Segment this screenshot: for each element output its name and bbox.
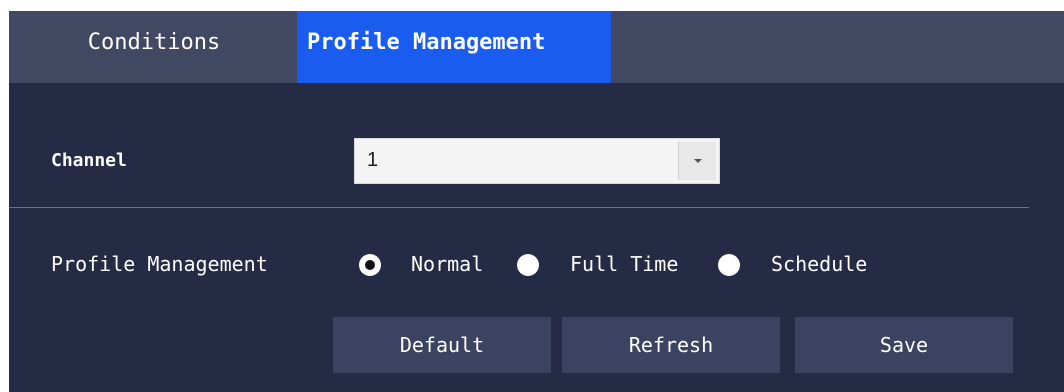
save-button[interactable]: Save bbox=[795, 317, 1013, 373]
radio-full-time-label: Full Time bbox=[570, 252, 679, 276]
chevron-down-icon[interactable] bbox=[678, 142, 716, 180]
radio-normal[interactable] bbox=[359, 254, 381, 276]
channel-select-value: 1 bbox=[367, 149, 379, 171]
radio-normal-label: Normal bbox=[411, 252, 484, 276]
refresh-button[interactable]: Refresh bbox=[562, 317, 780, 373]
default-button[interactable]: Default bbox=[333, 317, 551, 373]
radio-selected-dot bbox=[365, 260, 375, 270]
profile-management-panel: Conditions Profile Management Channel 1 … bbox=[9, 11, 1064, 392]
channel-label: Channel bbox=[51, 150, 127, 171]
radio-schedule[interactable] bbox=[718, 254, 740, 276]
radio-full-time[interactable] bbox=[517, 254, 539, 276]
profile-management-label: Profile Management bbox=[51, 252, 268, 276]
channel-select[interactable]: 1 bbox=[354, 138, 720, 184]
radio-schedule-label: Schedule bbox=[771, 252, 868, 276]
section-divider bbox=[9, 207, 1029, 208]
tab-profile-management[interactable]: Profile Management bbox=[297, 11, 611, 83]
tab-conditions[interactable]: Conditions bbox=[9, 11, 299, 83]
tab-bar: Conditions Profile Management bbox=[9, 11, 1064, 83]
